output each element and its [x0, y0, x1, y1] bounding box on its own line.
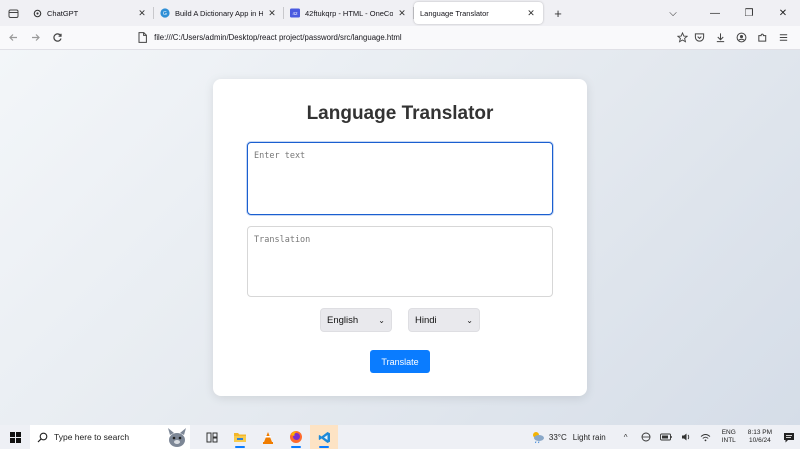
page-content: Language Translator English ⌄ Hindi ⌄ Tr… [0, 50, 800, 425]
downloads-icon[interactable] [710, 28, 731, 48]
window-controls: ⌵ — ❐ ✕ [656, 0, 800, 26]
tab-title: 42ftukqrp - HTML - OneCompiler [305, 8, 393, 18]
battery-icon[interactable] [659, 430, 673, 444]
target-language-value: Hindi [415, 314, 437, 326]
source-language-value: English [327, 314, 359, 326]
svg-text:42: 42 [292, 11, 298, 16]
bookmark-star-icon[interactable] [675, 31, 689, 45]
vlc-button[interactable] [254, 425, 282, 449]
vscode-icon [318, 431, 330, 443]
reload-button[interactable] [46, 27, 68, 49]
file-icon [136, 32, 148, 44]
tab-onecompiler[interactable]: 42 42ftukqrp - HTML - OneCompiler ✕ [284, 2, 414, 24]
url-bar[interactable]: file:///C:/Users/admin/Desktop/react pro… [136, 28, 689, 48]
translator-card: Language Translator English ⌄ Hindi ⌄ Tr… [213, 79, 587, 396]
show-hidden-icons-chevron-icon[interactable]: ^ [619, 430, 633, 444]
list-all-tabs-chevron-icon[interactable]: ⌵ [656, 8, 690, 19]
menu-hamburger-icon[interactable] [773, 28, 794, 48]
translate-button[interactable]: Translate [370, 350, 430, 373]
weather-condition: Light rain [572, 432, 606, 442]
search-icon [36, 431, 48, 443]
keyboard-layout: INTL [721, 437, 736, 444]
translation-output[interactable] [247, 226, 553, 297]
clock-date: 10/6/24 [749, 437, 771, 444]
tab-chatgpt[interactable]: ChatGPT ✕ [26, 2, 154, 24]
onecompiler-icon: 42 [290, 8, 300, 18]
source-language-select[interactable]: English ⌄ [320, 308, 392, 332]
windows-taskbar: Type here to search 33°C Light rain ^ EN… [0, 425, 800, 449]
close-tab-icon[interactable]: ✕ [136, 7, 148, 19]
notification-center-button[interactable] [778, 425, 800, 449]
account-icon[interactable] [731, 28, 752, 48]
navigation-toolbar: file:///C:/Users/admin/Desktop/react pro… [0, 26, 800, 50]
close-tab-icon[interactable]: ✕ [266, 7, 278, 19]
forward-button[interactable] [25, 27, 47, 49]
task-view-icon [206, 432, 218, 442]
target-language-select[interactable]: Hindi ⌄ [408, 308, 480, 332]
firefox-button[interactable] [282, 425, 310, 449]
wifi-icon[interactable] [699, 430, 713, 444]
tab-title: Language Translator [420, 8, 489, 18]
svg-text:G: G [163, 11, 167, 17]
weather-widget[interactable]: 33°C Light rain [531, 430, 606, 444]
taskbar-clock[interactable]: 8:13 PM 10/6/24 [748, 429, 772, 445]
task-view-button[interactable] [198, 425, 226, 449]
search-placeholder: Type here to search [54, 432, 130, 442]
plus-icon: + [554, 5, 562, 21]
firefox-icon [290, 431, 302, 443]
tab-title: Build A Dictionary App in HTML [175, 8, 263, 18]
taskbar-search-box[interactable]: Type here to search [30, 425, 190, 449]
chevron-down-icon: ⌄ [466, 315, 473, 325]
back-arrow-icon [9, 34, 18, 41]
file-explorer-button[interactable] [226, 425, 254, 449]
start-button[interactable] [0, 425, 30, 449]
vscode-button[interactable] [310, 425, 338, 449]
source-text-input[interactable] [247, 142, 553, 215]
minimize-icon[interactable]: — [698, 8, 732, 19]
tab-list-icon [8, 9, 18, 18]
notification-icon [784, 432, 794, 442]
new-tab-button[interactable]: + [547, 2, 569, 24]
close-tab-icon[interactable]: ✕ [525, 7, 537, 19]
volume-icon[interactable] [679, 430, 693, 444]
close-tab-icon[interactable]: ✕ [396, 7, 408, 19]
page-title: Language Translator [306, 103, 494, 124]
chatgpt-icon [32, 8, 42, 18]
network-globe-icon[interactable] [639, 430, 653, 444]
pocket-icon[interactable] [689, 28, 710, 48]
url-text: file:///C:/Users/admin/Desktop/react pro… [154, 33, 402, 42]
weather-rain-icon [532, 432, 544, 444]
forward-arrow-icon [32, 34, 40, 41]
vlc-cone-icon [263, 431, 273, 444]
tab-title: ChatGPT [47, 8, 79, 18]
back-button[interactable] [3, 27, 25, 49]
clock-time: 8:13 PM [747, 429, 772, 436]
restore-icon[interactable]: ❐ [732, 8, 766, 19]
folder-icon [234, 433, 246, 442]
close-window-icon[interactable]: ✕ [766, 8, 800, 19]
tab-dictionary-app[interactable]: G Build A Dictionary App in HTML ✕ [154, 2, 284, 24]
chevron-down-icon: ⌄ [378, 315, 385, 325]
system-tray: 33°C Light rain ^ ENG INTL 8:13 PM 10/6/… [531, 425, 800, 449]
tab-language-translator[interactable]: Language Translator ✕ [414, 2, 543, 24]
tab-list-button[interactable] [0, 0, 26, 26]
search-highlight-image-icon [164, 426, 190, 448]
input-language-indicator[interactable]: ENG INTL [722, 429, 736, 445]
geeksforgeeks-icon: G [160, 8, 170, 18]
tab-strip: ChatGPT ✕ G Build A Dictionary App in HT… [0, 0, 800, 26]
weather-temperature: 33°C [548, 432, 567, 442]
language-code: ENG [721, 429, 736, 436]
toolbar-right [689, 28, 800, 48]
windows-logo-icon [9, 431, 21, 443]
reload-icon [53, 33, 62, 42]
extensions-icon[interactable] [752, 28, 773, 48]
